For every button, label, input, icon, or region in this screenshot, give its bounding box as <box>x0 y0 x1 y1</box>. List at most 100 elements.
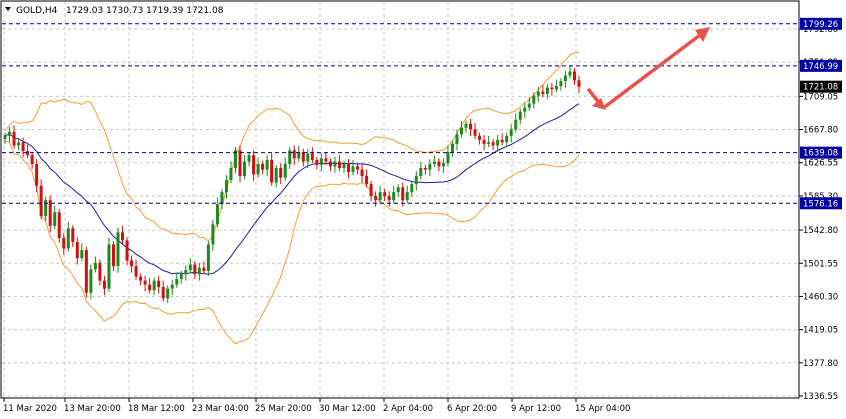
candle <box>75 237 79 265</box>
candle-body <box>80 250 84 259</box>
time-tick-label: 11 Mar 2020 <box>3 404 57 414</box>
candle-body <box>405 192 409 201</box>
candle-body <box>283 163 287 178</box>
candle-body <box>491 142 495 146</box>
candle-body <box>450 143 454 152</box>
candle-body <box>545 87 549 94</box>
candle <box>563 70 567 88</box>
time-axis[interactable]: 11 Mar 2020 13 Mar 20:00 18 Mar 12:00 23 Ma… <box>3 398 630 414</box>
candle <box>423 164 427 175</box>
candle <box>482 135 486 151</box>
candle-body <box>148 284 152 291</box>
candle-body <box>441 163 445 167</box>
price-tick-label: 1501.55 <box>803 259 838 269</box>
candle <box>410 180 414 197</box>
price-tick-label: 1667.80 <box>803 126 838 136</box>
candle-body <box>197 267 201 275</box>
candle-body <box>161 287 165 299</box>
candle-body <box>324 158 328 162</box>
symbol-dropdown-icon[interactable] <box>5 7 11 11</box>
candle <box>333 156 337 173</box>
candle-body <box>211 224 215 245</box>
candle-body <box>446 151 450 164</box>
candle-body <box>333 161 337 167</box>
candle <box>84 246 88 298</box>
chart-window[interactable]: GOLD,H4 1729.03 1730.73 1719.39 1721.08 … <box>0 0 846 419</box>
candle-body <box>270 159 274 183</box>
price-chart[interactable]: GOLD,H4 1729.03 1730.73 1719.39 1721.08 … <box>0 0 846 419</box>
candle <box>206 241 210 276</box>
long-arrow-shaft <box>604 33 702 108</box>
candle-body <box>419 167 423 177</box>
candle-body <box>423 167 427 170</box>
candle <box>116 227 120 273</box>
candle <box>48 195 52 233</box>
candle-body <box>75 242 79 259</box>
candle-body <box>337 161 341 168</box>
candle-body <box>71 228 75 243</box>
candle-body <box>315 159 319 165</box>
candle-body <box>143 280 147 285</box>
time-tick-label: 25 Mar 20:00 <box>255 404 312 414</box>
candle <box>44 196 48 222</box>
price-tick-label: 1336.55 <box>803 392 838 402</box>
candle <box>473 122 477 140</box>
candle <box>39 179 43 220</box>
candle-body <box>179 274 183 280</box>
level-tag-label: 1639.08 <box>803 149 838 159</box>
candle-body <box>175 279 179 285</box>
candle-body <box>518 111 522 120</box>
candle-body <box>39 185 43 217</box>
time-tick-label: 18 Mar 12:00 <box>128 404 185 414</box>
candle-body <box>243 161 247 177</box>
candle <box>265 155 269 177</box>
candle-body <box>229 167 233 181</box>
candle-body <box>111 244 115 267</box>
candle-body <box>220 192 224 205</box>
candlesticks <box>3 65 581 304</box>
candle-body <box>53 212 57 226</box>
candle-body <box>17 142 21 146</box>
candle-body <box>35 163 39 186</box>
candle <box>392 185 396 204</box>
candle-body <box>93 262 97 270</box>
candle <box>193 261 197 280</box>
candle-body <box>102 280 106 289</box>
current-price-label: 1721.08 <box>803 83 838 93</box>
candle <box>247 151 251 167</box>
candle <box>283 157 287 181</box>
candle <box>161 280 165 302</box>
candle-body <box>98 262 102 281</box>
candle-body <box>62 237 66 249</box>
candle <box>93 256 97 273</box>
candle <box>301 148 305 167</box>
candle-body <box>523 107 527 112</box>
candle <box>292 145 296 165</box>
candle <box>53 205 57 230</box>
candle <box>550 82 554 96</box>
level-tag-label: 1576.16 <box>803 199 838 209</box>
candle-body <box>554 85 558 90</box>
candle <box>102 275 106 296</box>
candle-body <box>301 151 305 162</box>
candle-body <box>374 196 378 201</box>
candle <box>111 241 115 271</box>
candle <box>315 156 319 170</box>
candle <box>98 259 102 286</box>
level-tag-label: 1799.26 <box>803 20 838 30</box>
candle-body <box>44 200 48 217</box>
time-tick-label: 9 Apr 12:00 <box>511 404 561 414</box>
candle-body <box>378 192 382 201</box>
candle <box>464 120 468 133</box>
candle <box>509 124 513 143</box>
candle-body <box>256 163 260 175</box>
candle <box>238 145 242 183</box>
candle <box>568 65 572 79</box>
candle <box>337 155 341 172</box>
price-tick-label: 1419.05 <box>803 326 838 336</box>
bollinger-lower <box>4 140 580 345</box>
candle <box>500 133 504 146</box>
price-tick-label: 1626.55 <box>803 159 838 169</box>
candle <box>57 209 61 243</box>
candle-body <box>428 163 432 170</box>
